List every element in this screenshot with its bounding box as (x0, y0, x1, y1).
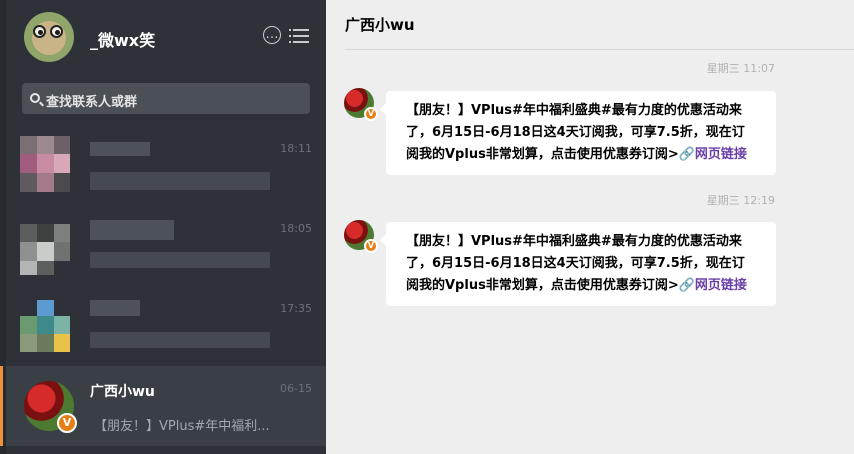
avatar (20, 216, 70, 275)
conversation-item[interactable]: 17:35 (6, 286, 326, 366)
avatar (20, 136, 70, 192)
link-icon: 🔗 (678, 278, 695, 293)
search-placeholder: 查找联系人或群 (46, 95, 138, 110)
conversation-time: 18:05 (280, 222, 312, 235)
conversation-preview: 【朋友！】VPlus#年中福利... (94, 419, 270, 434)
avatar (20, 296, 70, 352)
sender-avatar[interactable]: V (344, 88, 378, 121)
chat-panel: 广西小wu 星期三 11:07 V 【朋友！】VPlus#年中福利盛典#最有力度… (326, 0, 854, 454)
sender-avatar[interactable]: V (344, 220, 378, 253)
conversation-name: 广西小wu (90, 384, 155, 400)
conversation-item[interactable]: 18:11 (6, 126, 326, 206)
verified-badge-icon: V (57, 413, 77, 433)
new-chat-icon[interactable]: … (263, 26, 281, 44)
profile-avatar[interactable] (24, 12, 74, 62)
verified-badge-icon: V (364, 239, 378, 253)
chat-title: 广西小wu (345, 16, 415, 34)
message-link[interactable]: 网页链接 (695, 278, 747, 293)
conversation-time: 17:35 (280, 302, 312, 315)
conversation-item-active[interactable]: V 广西小wu 06-15 【朋友！】VPlus#年中福利... (0, 366, 326, 446)
search-input[interactable]: 查找联系人或群 (22, 83, 310, 114)
sidebar: _微wx笑 … 查找联系人或群 18:11 18:05 17:35 V 广西小w… (0, 0, 326, 454)
message-bubble: 【朋友！】VPlus#年中福利盛典#最有力度的优惠活动来了，6月15日-6月18… (380, 91, 776, 175)
divider (345, 49, 854, 50)
conversation-time: 18:11 (280, 142, 312, 155)
avatar: V (24, 381, 77, 433)
message-timestamp: 星期三 12:19 (706, 194, 775, 207)
link-icon: 🔗 (678, 147, 695, 162)
user-name: _微wx笑 (90, 31, 156, 50)
conversation-time: 06-15 (280, 382, 312, 395)
verified-badge-icon: V (364, 107, 378, 121)
conversation-item[interactable]: 18:05 (6, 206, 326, 286)
search-icon (30, 93, 40, 103)
menu-icon[interactable] (289, 26, 309, 44)
message-bubble: 【朋友！】VPlus#年中福利盛典#最有力度的优惠活动来了，6月15日-6月18… (380, 222, 776, 306)
message-link[interactable]: 网页链接 (695, 147, 747, 162)
message-timestamp: 星期三 11:07 (706, 62, 775, 75)
